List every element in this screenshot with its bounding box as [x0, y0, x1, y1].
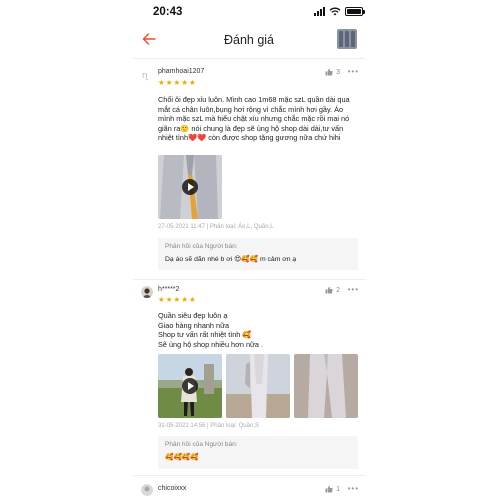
avatar[interactable] — [141, 484, 153, 496]
more-options-icon[interactable]: ••• — [348, 67, 359, 76]
avatar[interactable]: ɳ — [141, 69, 153, 81]
review-video-thumbnail[interactable] — [158, 354, 222, 418]
star-icon: ★ — [158, 78, 165, 87]
star-icon: ★ — [181, 295, 188, 304]
like-button[interactable]: 2 — [325, 286, 340, 294]
photo-image — [294, 354, 358, 418]
review-meta: 27-05-2021 11:47 | Phân loại: Áo,L, Quần… — [158, 224, 274, 230]
star-icon: ★ — [165, 295, 173, 304]
star-icon: ★ — [188, 295, 196, 304]
review-text: Quần siêu đẹp luôn ạ Giao hàng nhanh nữa… — [158, 311, 264, 349]
seller-reply-label: Phản hồi của Người bán: — [165, 243, 238, 250]
star-icon: ★ — [173, 78, 181, 87]
thumbs-up-icon — [325, 485, 333, 493]
more-options-icon[interactable]: ••• — [348, 285, 359, 294]
rating-stars: ★ ★ ★ ★ ★ — [158, 296, 196, 304]
star-icon: ★ — [181, 78, 188, 87]
seller-reply-label: Phản hồi của Người bán: — [165, 441, 238, 448]
star-icon: ★ — [173, 295, 181, 304]
product-thumbnail[interactable] — [337, 29, 357, 49]
screen: 20:43 Đánh giá ɳ phamhoai1207 3 ••• ★ ★ … — [0, 0, 499, 499]
more-options-icon[interactable]: ••• — [348, 484, 359, 493]
svg-text:ɳ: ɳ — [142, 71, 148, 81]
status-icons — [314, 7, 365, 16]
signal-icon — [314, 7, 325, 16]
seller-reply: Phản hồi của Người bán: 🥰🥰🥰🥰 — [158, 436, 358, 469]
review-username[interactable]: h*****2 — [158, 286, 179, 293]
like-count: 3 — [336, 68, 340, 76]
thumbs-up-icon — [325, 68, 333, 76]
review-username[interactable]: chicoixxx — [158, 485, 186, 492]
review-video-thumbnail[interactable] — [158, 155, 222, 219]
review-meta: 31-05-2021 14:56 | Phân loại: Quần,S — [158, 423, 259, 429]
like-button[interactable]: 1 — [325, 485, 340, 493]
like-count: 1 — [336, 485, 340, 493]
star-icon: ★ — [158, 295, 165, 304]
like-count: 2 — [336, 286, 340, 294]
review-item: h*****2 2 ••• ★ ★ ★ ★ ★ Quần siêu đẹp lu… — [133, 281, 365, 476]
status-time: 20:43 — [153, 6, 183, 18]
header: Đánh giá — [133, 25, 365, 59]
star-icon: ★ — [188, 78, 196, 87]
battery-icon — [345, 7, 365, 16]
review-photo[interactable] — [226, 354, 290, 418]
page-title: Đánh giá — [223, 33, 275, 47]
review-username[interactable]: phamhoai1207 — [158, 68, 204, 75]
wifi-icon — [329, 7, 341, 16]
status-bar: 20:43 — [133, 4, 365, 22]
thumbs-up-icon — [325, 286, 333, 294]
photo-image — [226, 354, 290, 418]
seller-reply-text: Dạ áo sẽ dãn nhé b ơi 😍🥰🥰 m cảm ơn ạ — [165, 256, 297, 263]
seller-reply: Phản hồi của Người bán: Dạ áo sẽ dãn nhé… — [158, 238, 358, 270]
like-button[interactable]: 3 — [325, 68, 340, 76]
review-text: Chổi ôi đẹp xỉu luôn. Mình cao 1m68 mặc … — [158, 95, 350, 142]
play-icon[interactable] — [182, 179, 198, 195]
avatar[interactable] — [141, 286, 153, 298]
seller-reply-text: 🥰🥰🥰🥰 — [165, 454, 199, 461]
play-icon[interactable] — [182, 378, 198, 394]
review-item: chicoixxx 1 ••• — [133, 477, 365, 499]
review-item: ɳ phamhoai1207 3 ••• ★ ★ ★ ★ ★ Chổi ôi đ… — [133, 62, 365, 280]
review-photo[interactable] — [294, 354, 358, 418]
star-icon: ★ — [165, 78, 173, 87]
rating-stars: ★ ★ ★ ★ ★ — [158, 79, 196, 87]
